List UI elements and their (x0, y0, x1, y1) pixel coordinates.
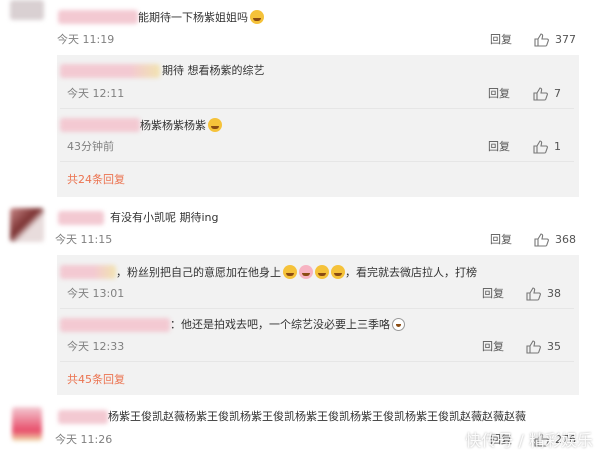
username[interactable] (58, 211, 104, 225)
comment-time: 今天 11:15 (55, 233, 113, 246)
reply-time: 43分钟前 (67, 140, 114, 153)
reply-button[interactable]: 回复 (482, 287, 504, 301)
like-button[interactable]: 38 (526, 287, 561, 301)
like-count: 1 (554, 140, 561, 153)
laughing-emoji-icon (250, 10, 264, 24)
laughing-emoji-icon (331, 265, 345, 279)
thumb-up-icon (534, 233, 549, 247)
laughing-emoji-icon (299, 265, 313, 279)
reply-text: ，粉丝别把自己的意愿加在他身上 ，看完就去微店拉人，打榜 (116, 265, 477, 279)
username[interactable] (58, 410, 108, 424)
comment-text: 有没有小凯呢 期待ing (110, 211, 219, 224)
comment-text: 能期待一下杨紫姐姐吗 (138, 10, 264, 25)
avatar[interactable] (10, 208, 44, 242)
thumb-up-icon (526, 287, 541, 301)
more-replies-link[interactable]: 共24条回复 (67, 173, 125, 187)
like-button[interactable]: 35 (526, 340, 561, 354)
more-replies-link[interactable]: 共45条回复 (67, 373, 125, 387)
avatar[interactable] (12, 407, 42, 441)
username[interactable] (58, 10, 138, 24)
like-button[interactable]: 368 (534, 233, 576, 247)
reply-button[interactable]: 回复 (482, 340, 504, 354)
reply-button[interactable]: 回复 (490, 33, 512, 47)
laughing-emoji-icon (392, 318, 405, 331)
comment-time: 今天 11:19 (57, 33, 115, 46)
comment-text: 杨紫王俊凯赵薇杨紫王俊凯杨紫王俊凯杨紫王俊凯杨紫王俊凯杨紫王俊凯赵薇赵薇赵薇 (108, 410, 526, 423)
reply-button[interactable]: 回复 (488, 87, 510, 101)
reply-time: 今天 12:33 (67, 340, 125, 353)
reply-username[interactable] (60, 318, 170, 332)
reply-button[interactable]: 回复 (488, 140, 510, 154)
reply-time: 今天 13:01 (67, 287, 125, 300)
laughing-emoji-icon (315, 265, 329, 279)
divider (60, 361, 574, 362)
thumb-up-icon (533, 87, 548, 101)
divider (60, 308, 574, 309)
divider (60, 161, 574, 162)
like-button[interactable]: 7 (533, 87, 561, 101)
like-count: 35 (547, 340, 561, 353)
like-count: 368 (555, 233, 576, 246)
reply-username[interactable] (60, 64, 160, 78)
avatar[interactable] (10, 0, 44, 20)
divider (60, 108, 574, 109)
watermark: 快传号 / 精彩娱乐 (465, 431, 593, 450)
reply-text: 期待 想看杨紫的综艺 (162, 64, 265, 77)
reply-username[interactable] (60, 265, 116, 279)
reply-time: 今天 12:11 (67, 87, 125, 100)
laughing-emoji-icon (208, 118, 222, 132)
thumb-up-icon (526, 340, 541, 354)
like-count: 38 (547, 287, 561, 300)
thumb-up-icon (534, 33, 549, 47)
reply-username[interactable] (60, 118, 140, 132)
reply-text: ：他还是拍戏去吧，一个综艺没必要上三季咯 (170, 318, 405, 332)
comment-time: 今天 11:26 (55, 433, 113, 446)
thumb-up-icon (533, 140, 548, 154)
like-button[interactable]: 1 (533, 140, 561, 154)
laughing-emoji-icon (283, 265, 297, 279)
reply-text: 杨紫杨紫杨紫 (140, 118, 222, 133)
like-count: 7 (554, 87, 561, 100)
like-button[interactable]: 377 (534, 33, 576, 47)
reply-button[interactable]: 回复 (490, 233, 512, 247)
like-count: 377 (555, 33, 576, 46)
